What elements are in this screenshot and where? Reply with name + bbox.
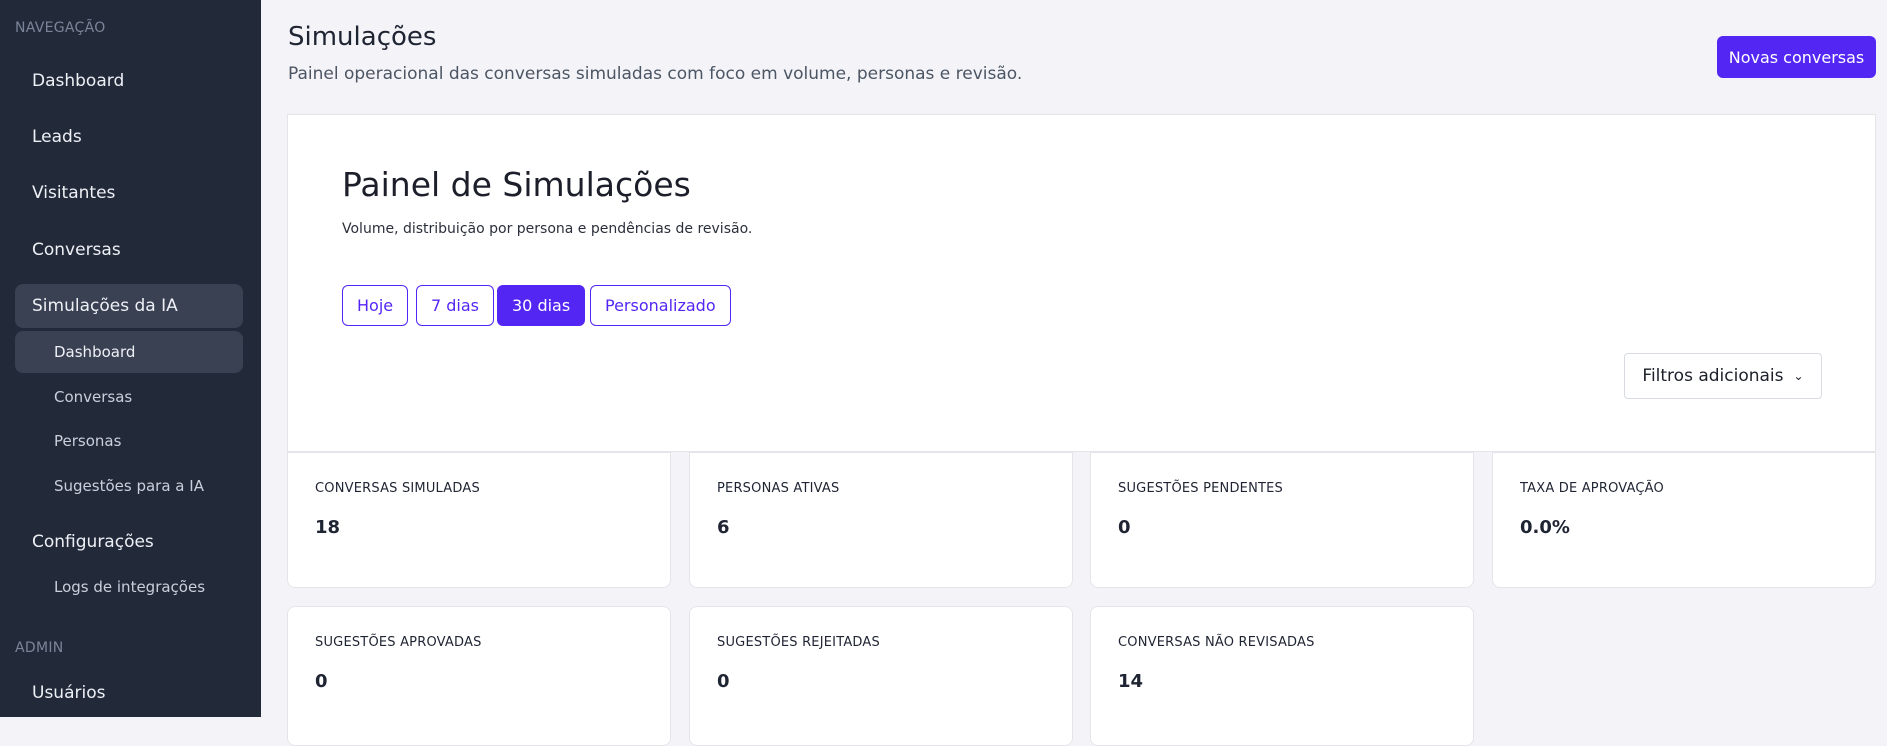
metric-label: TAXA DE APROVAÇÃO (1520, 481, 1664, 496)
range-button-30-dias[interactable]: 30 dias (497, 285, 586, 326)
metric-value: 0 (315, 671, 328, 692)
metric-label: SUGESTÕES APROVADAS (315, 635, 482, 650)
metric-label: SUGESTÕES PENDENTES (1118, 481, 1284, 496)
sidebar-item-label: Configurações (32, 532, 154, 552)
sidebar: NAVEGAÇÃO Dashboard Leads Visitantes Con… (0, 0, 261, 717)
sidebar-subitem-label: Personas (54, 432, 122, 450)
metric-label: PERSONAS ATIVAS (717, 481, 840, 496)
panel-subtitle: Volume, distribuição por persona e pendê… (342, 221, 753, 237)
metric-value: 14 (1118, 671, 1144, 692)
sidebar-item-label: Simulações da IA (32, 296, 178, 316)
sidebar-item-label: Leads (32, 127, 82, 147)
simulations-panel: Painel de Simulações Volume, distribuiçã… (287, 114, 1876, 452)
metric-card-sugestoes-pendentes: SUGESTÕES PENDENTES 0 (1090, 452, 1474, 588)
sidebar-subitem-sugestoes-ia[interactable]: Sugestões para a IA (15, 465, 243, 507)
sidebar-item-leads[interactable]: Leads (15, 115, 243, 159)
metric-label: CONVERSAS NÃO REVISADAS (1118, 635, 1315, 650)
chevron-down-icon: ⌄ (1793, 369, 1804, 383)
metric-card-personas-ativas: PERSONAS ATIVAS 6 (689, 452, 1073, 588)
sidebar-subitem-dashboard[interactable]: Dashboard (15, 331, 243, 373)
page-title: Simulações (288, 22, 437, 52)
metric-label: SUGESTÕES REJEITADAS (717, 635, 880, 650)
range-button-7-dias[interactable]: 7 dias (416, 285, 495, 326)
sidebar-subitem-label: Conversas (54, 388, 133, 406)
sidebar-subitem-personas[interactable]: Personas (15, 420, 243, 462)
metric-value: 18 (315, 517, 341, 538)
metric-value: 0 (1118, 517, 1131, 538)
additional-filters-label: Filtros adicionais (1642, 366, 1784, 386)
panel-title: Painel de Simulações (342, 165, 691, 204)
sidebar-item-simulacoes-ia[interactable]: Simulações da IA (15, 284, 243, 328)
sidebar-subitem-label: Logs de integrações (54, 578, 206, 596)
metric-value: 0 (717, 671, 730, 692)
sidebar-item-visitantes[interactable]: Visitantes (15, 171, 243, 215)
metric-card-taxa-aprovacao: TAXA DE APROVAÇÃO 0.0% (1492, 452, 1876, 588)
additional-filters-button[interactable]: Filtros adicionais ⌄ (1624, 353, 1822, 399)
new-conversations-button[interactable]: Novas conversas (1717, 36, 1876, 78)
sidebar-subitem-conversas[interactable]: Conversas (15, 376, 243, 418)
sidebar-item-configuracoes[interactable]: Configurações (15, 520, 243, 564)
sidebar-subitem-label: Sugestões para a IA (54, 477, 204, 495)
sidebar-item-label: Dashboard (32, 71, 125, 91)
metric-value: 0.0% (1520, 517, 1570, 538)
sidebar-subitem-label: Dashboard (54, 343, 136, 361)
range-button-personalizado[interactable]: Personalizado (590, 285, 731, 326)
range-button-hoje[interactable]: Hoje (342, 285, 409, 326)
metric-card-conversas-simuladas: CONVERSAS SIMULADAS 18 (287, 452, 671, 588)
metric-card-sugestoes-aprovadas: SUGESTÕES APROVADAS 0 (287, 606, 671, 746)
metric-card-sugestoes-rejeitadas: SUGESTÕES REJEITADAS 0 (689, 606, 1073, 746)
sidebar-subitem-logs-integracoes[interactable]: Logs de integrações (15, 566, 243, 608)
page-subtitle: Painel operacional das conversas simulad… (288, 64, 1023, 84)
metric-card-conversas-nao-revisadas: CONVERSAS NÃO REVISADAS 14 (1090, 606, 1474, 746)
nav-section-admin: ADMIN (15, 640, 64, 656)
sidebar-item-conversas[interactable]: Conversas (15, 228, 243, 272)
sidebar-item-label: Visitantes (32, 183, 116, 203)
sidebar-item-label: Usuários (32, 683, 106, 703)
sidebar-item-label: Conversas (32, 240, 121, 260)
sidebar-item-usuarios[interactable]: Usuários (15, 671, 243, 715)
sidebar-item-dashboard[interactable]: Dashboard (15, 59, 243, 103)
nav-section-navegacao: NAVEGAÇÃO (15, 20, 106, 36)
metric-label: CONVERSAS SIMULADAS (315, 481, 480, 496)
metric-value: 6 (717, 517, 730, 538)
